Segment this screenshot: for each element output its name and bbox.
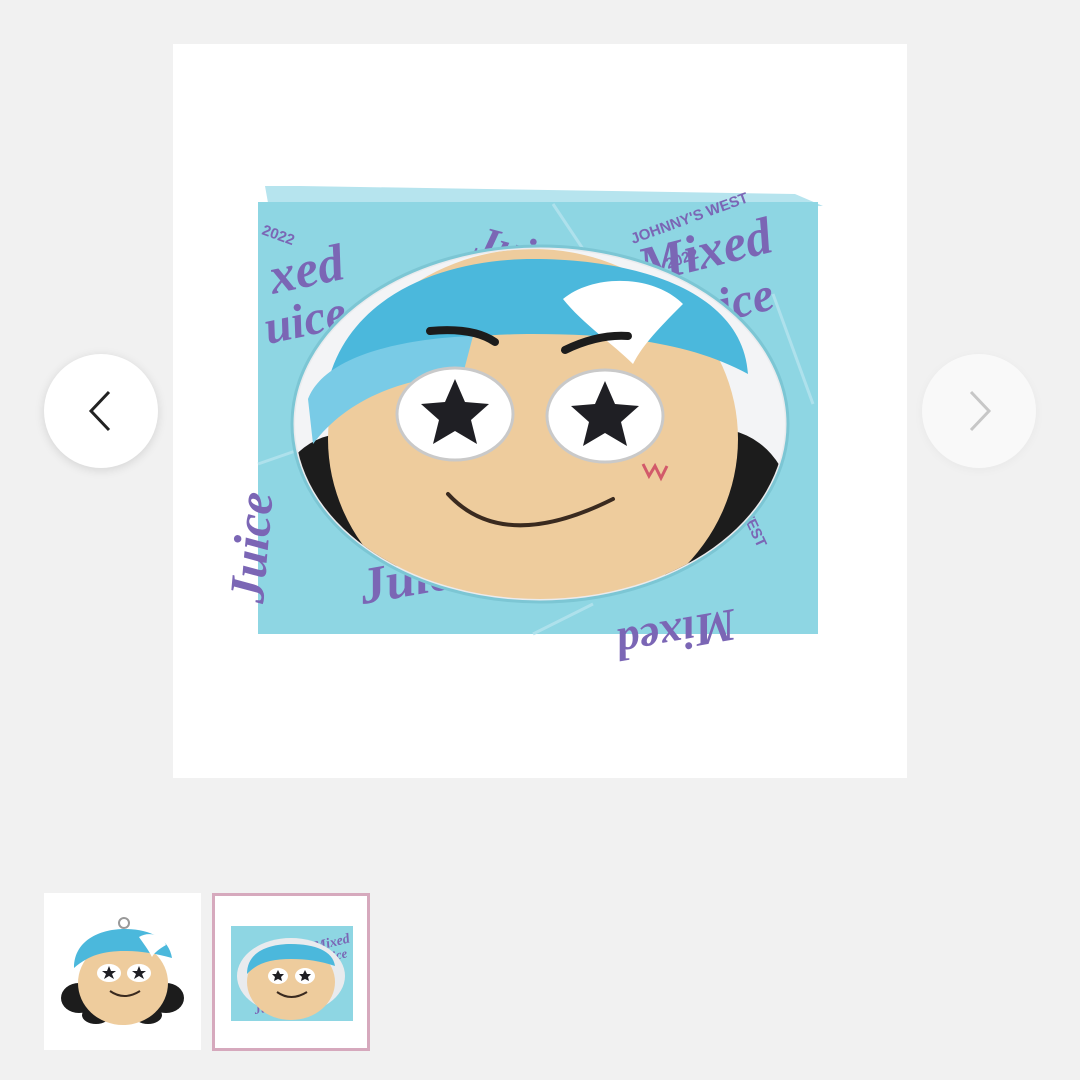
main-product-image: xed uice Mixed Juice Juice Juice Juice M…: [173, 44, 907, 778]
chevron-right-icon: [969, 390, 992, 432]
prev-image-button[interactable]: [44, 354, 158, 468]
chevron-left-icon: [88, 390, 111, 432]
svg-text:Juice: Juice: [218, 489, 284, 606]
next-image-button[interactable]: [922, 354, 1036, 468]
thumbnail-plush-front[interactable]: [44, 893, 201, 1050]
thumbnail-plush-in-box[interactable]: Mixed Juice Juice: [212, 893, 370, 1051]
